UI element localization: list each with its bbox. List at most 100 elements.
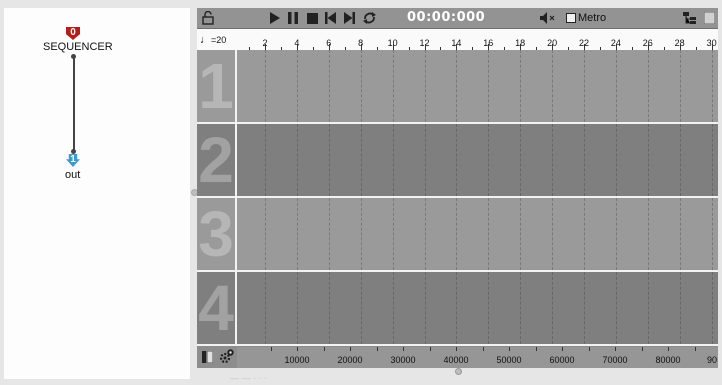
panel-icon[interactable] (703, 10, 715, 26)
grid-line (520, 50, 522, 122)
out-node-label[interactable]: out (65, 169, 80, 181)
track-2[interactable]: 2 (197, 124, 718, 198)
grid-line (679, 272, 681, 344)
grid-line (647, 198, 649, 270)
scroll-handle[interactable] (455, 368, 462, 375)
grid-line (584, 198, 585, 270)
grid-line (584, 50, 585, 122)
grid-line (456, 124, 458, 196)
grid-line (265, 272, 266, 344)
grid-line (328, 124, 330, 196)
quarter-note-icon: ♩ (200, 34, 211, 46)
ms-ruler-tick (456, 347, 457, 351)
ms-ruler-label: 20000 (337, 355, 363, 365)
ms-ruler-tick (668, 347, 669, 351)
play-icon[interactable] (268, 10, 280, 26)
grid-line (647, 50, 649, 122)
ms-ruler-tick (588, 347, 590, 351)
ms-ruler-tick (297, 347, 298, 351)
faded-status-text: — — · · · (230, 373, 267, 383)
grid-line (615, 272, 617, 344)
ms-ruler-tick (403, 347, 404, 351)
track-4[interactable]: 4 (197, 272, 718, 346)
grid-line (488, 198, 490, 270)
ms-ruler-tick (562, 347, 563, 351)
track-1[interactable]: 1 (197, 50, 718, 124)
ms-ruler-label: 60000 (549, 355, 575, 365)
tempo-indicator[interactable]: ♩ =20 (200, 34, 226, 46)
time-ruler[interactable]: ♩ =20 2 4 6 8 10 12 14 16 18 20 22 24 26 28 30 (197, 29, 718, 51)
grid-line (488, 50, 490, 122)
grid-line (456, 272, 458, 344)
tree-icon[interactable] (682, 10, 696, 26)
ms-ruler-tick (350, 347, 351, 351)
grid-line (424, 50, 426, 122)
grid-line (552, 50, 554, 122)
grid-line (265, 124, 266, 196)
ms-ruler-label: 40000 (443, 355, 469, 365)
track-lane[interactable] (237, 272, 718, 344)
ms-ruler-tick (429, 347, 431, 351)
patch-panel: 0 SEQUENCER 1 out (4, 8, 190, 379)
grid-line (392, 124, 394, 196)
ms-ruler-tick (535, 347, 537, 351)
metro-label: Metro (578, 12, 607, 24)
grid-line (296, 50, 298, 122)
grid-line (488, 124, 490, 196)
track-lane[interactable] (237, 198, 718, 270)
checkbox-icon[interactable] (566, 13, 576, 23)
connection-wire[interactable] (73, 56, 75, 152)
grid-line (392, 50, 394, 122)
grid-line (424, 124, 426, 196)
out-node-inlet-badge[interactable]: 1 (66, 154, 80, 167)
source-node-outlet-badge[interactable]: 0 (66, 27, 80, 40)
ms-ruler-label: 70000 (602, 355, 628, 365)
split-view-icon[interactable] (202, 350, 214, 364)
track-lane[interactable] (237, 124, 718, 196)
out-inlet-dot[interactable] (71, 149, 76, 154)
settings-gear-icon[interactable] (219, 348, 235, 364)
grid-line (552, 198, 554, 270)
ms-ruler-label: 80000 (655, 355, 681, 365)
speaker-mute-icon[interactable] (540, 10, 558, 26)
grid-line (328, 272, 330, 344)
skip-previous-icon[interactable] (324, 10, 336, 26)
pause-icon[interactable] (287, 10, 299, 26)
transport-toolbar: 00:00:000 Metro (197, 8, 718, 29)
ms-ruler-tick (694, 347, 696, 351)
ms-ruler-label: 50000 (496, 355, 522, 365)
track-3[interactable]: 3 (197, 198, 718, 272)
sequencer-node-label[interactable]: SEQUENCER (43, 41, 113, 53)
ms-ruler[interactable]: 10000 20000 30000 40000 50000 60000 70000 80000… (237, 347, 718, 368)
track-header-4[interactable]: 4 (197, 272, 237, 344)
grid-line (584, 272, 585, 344)
grid-line (424, 198, 426, 270)
grid-line (711, 272, 713, 344)
grid-line (328, 50, 330, 122)
ms-ruler-tick (615, 347, 616, 351)
grid-line (328, 198, 330, 270)
grid-line (456, 50, 458, 122)
lock-icon[interactable] (201, 10, 215, 26)
grid-line (615, 198, 617, 270)
stop-icon[interactable] (306, 10, 318, 26)
metro-checkbox[interactable]: Metro (566, 10, 610, 26)
track-header-2[interactable]: 2 (197, 124, 237, 196)
grid-line (456, 198, 458, 270)
grid-line (296, 124, 298, 196)
grid-line (552, 124, 554, 196)
loop-icon[interactable] (361, 10, 377, 26)
grid-line (360, 124, 362, 196)
time-display: 00:00:000 (407, 10, 486, 25)
grid-line (265, 198, 266, 270)
skip-next-icon[interactable] (343, 10, 355, 26)
grid-line (711, 124, 713, 196)
grid-line (647, 124, 649, 196)
sequencer-editor: 00:00:000 Metro ♩ =20 2 4 6 8 10 12 14 16 18 20 22 2… (197, 8, 718, 368)
track-lane[interactable] (237, 50, 718, 122)
track-header-3[interactable]: 3 (197, 198, 237, 270)
grid-line (679, 50, 681, 122)
bottom-bar: 10000 20000 30000 40000 50000 60000 70000 80000… (197, 346, 718, 368)
track-header-1[interactable]: 1 (197, 50, 237, 122)
grid-line (360, 272, 362, 344)
